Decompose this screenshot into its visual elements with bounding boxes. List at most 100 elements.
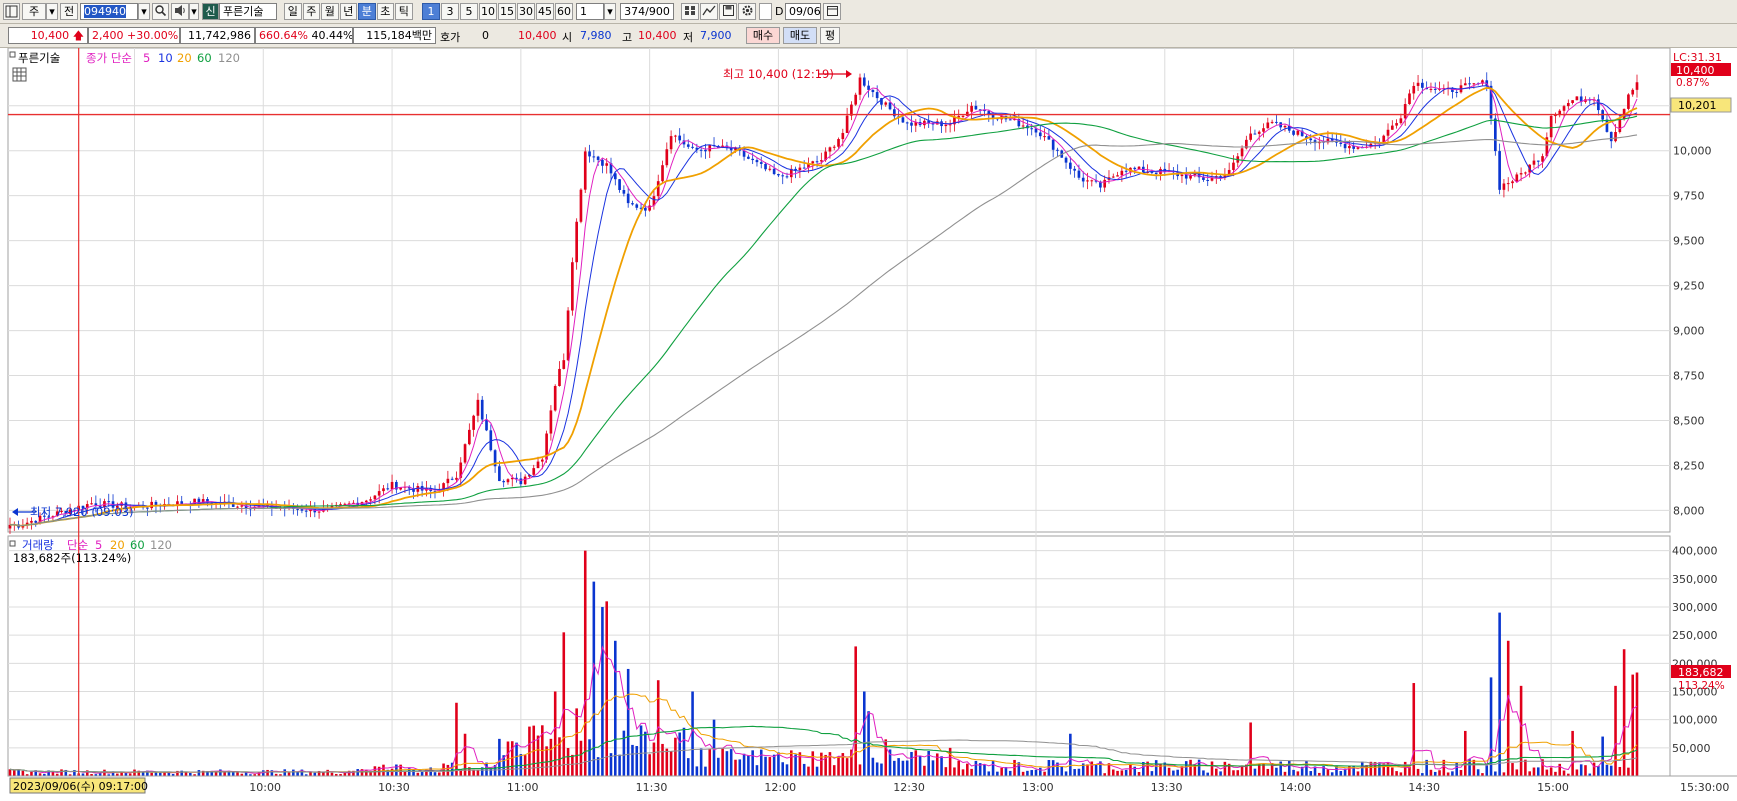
sell-button[interactable]: 매도	[783, 27, 817, 44]
chevron-down-icon[interactable]: ▾	[189, 3, 199, 20]
volume-bar	[991, 761, 995, 776]
tab-period-초[interactable]: 초	[376, 3, 394, 20]
grid-icon[interactable]	[681, 3, 699, 20]
calendar-icon[interactable]	[823, 3, 841, 20]
date-input[interactable]: 09/06	[785, 3, 821, 20]
volume-bar	[1296, 771, 1300, 776]
y-tick-label: 9,500	[1673, 235, 1705, 248]
tab-interval-5[interactable]: 5	[460, 3, 478, 20]
date-checkbox[interactable]	[759, 3, 772, 20]
layout-icon[interactable]	[3, 3, 20, 20]
multiplier-input[interactable]: 1	[576, 3, 604, 20]
candle	[1030, 128, 1034, 130]
volume-bar	[1498, 612, 1501, 776]
candle	[450, 478, 454, 480]
tab-interval-3[interactable]: 3	[441, 3, 459, 20]
chart-tools-icon[interactable]	[700, 3, 718, 20]
chevron-down-icon[interactable]: ▾	[604, 3, 616, 20]
volume-bar	[1579, 764, 1583, 776]
volume-bar	[777, 752, 780, 776]
volume-bar	[1485, 765, 1489, 776]
candle	[747, 156, 750, 159]
settings-icon[interactable]	[738, 3, 756, 20]
volume-bar	[897, 758, 900, 776]
stock-code-input[interactable]: 094940	[80, 3, 138, 20]
prev-button[interactable]: 전	[60, 3, 78, 20]
tab-interval-15[interactable]: 15	[498, 3, 516, 20]
volume-bar	[794, 754, 797, 776]
tab-period-년[interactable]: 년	[339, 3, 357, 20]
volume-tick-label: 350,000	[1672, 573, 1718, 586]
market-select[interactable]: 주	[22, 3, 46, 20]
candle	[884, 102, 888, 105]
candle	[317, 511, 321, 513]
candle	[1433, 88, 1437, 90]
candle	[944, 124, 948, 127]
candle	[845, 115, 849, 133]
volume-bar	[8, 769, 12, 776]
tab-period-주[interactable]: 주	[302, 3, 320, 20]
volume-bar	[266, 769, 269, 776]
volume-bar	[832, 765, 836, 776]
grid-icon[interactable]	[12, 67, 27, 82]
candle	[605, 163, 609, 166]
volume-bar	[571, 754, 574, 776]
tab-period-월[interactable]: 월	[321, 3, 339, 20]
candle	[1038, 132, 1042, 137]
volume-bar	[901, 760, 905, 776]
candle	[1309, 138, 1313, 141]
x-tick-label: 12:00	[764, 781, 796, 794]
buy-button[interactable]: 매수	[746, 27, 780, 44]
price-panel-frame	[7, 47, 1671, 533]
save-icon[interactable]	[719, 3, 737, 20]
candlestick-chart[interactable]: 8,000 8,250 8,500 8,750 9,000 9,250 9,500 9,750…	[0, 47, 1737, 798]
candle	[583, 151, 587, 190]
candle	[1283, 125, 1287, 128]
tab-interval-30[interactable]: 30	[517, 3, 535, 20]
candle	[536, 461, 540, 469]
tab-period-일[interactable]: 일	[284, 3, 302, 20]
chevron-down-icon[interactable]: ▾	[46, 3, 58, 20]
candle	[674, 135, 677, 137]
volume-bar	[579, 740, 583, 776]
speaker-icon[interactable]	[171, 3, 189, 20]
ratio-field: 660.64% 40.44%	[255, 27, 353, 44]
tab-interval-60[interactable]: 60	[555, 3, 573, 20]
candle	[506, 479, 510, 483]
average-button[interactable]: 평	[820, 27, 840, 44]
search-icon[interactable]	[152, 3, 169, 20]
candle	[1154, 172, 1158, 175]
bar-count: 374/900	[624, 5, 670, 18]
volume-bar	[1219, 771, 1222, 776]
tab-period-틱[interactable]: 틱	[395, 3, 413, 20]
volume-bar	[953, 767, 956, 776]
candle	[1206, 179, 1210, 181]
tab-period-분[interactable]: 분	[358, 3, 376, 20]
volume-bar	[738, 759, 742, 776]
candle	[686, 144, 690, 147]
volume-bar	[1502, 772, 1506, 776]
volume-bar	[1463, 730, 1467, 776]
volume-bar	[1077, 768, 1081, 776]
volume-bar	[1429, 769, 1433, 776]
tab-interval-10[interactable]: 10	[479, 3, 497, 20]
multiplier-value: 1	[580, 5, 587, 18]
volume-bar	[1172, 770, 1175, 776]
candle	[1240, 148, 1244, 157]
tab-interval-1[interactable]: 1	[422, 3, 440, 20]
candle	[1562, 106, 1566, 111]
legend-vma5: 5	[95, 538, 102, 552]
chevron-down-icon[interactable]: ▾	[138, 3, 150, 20]
x-tick-label: 15:30:00	[1680, 781, 1729, 794]
y-tick-label: 8,750	[1673, 370, 1705, 383]
volume-bar	[1519, 685, 1523, 776]
tab-interval-45[interactable]: 45	[536, 3, 554, 20]
volume-bar	[1618, 766, 1622, 776]
candle	[841, 132, 845, 140]
candle	[1266, 122, 1270, 129]
chart-area[interactable]: 8,000 8,250 8,500 8,750 9,000 9,250 9,500 9,750…	[0, 47, 1737, 798]
candle	[867, 85, 870, 90]
candle	[1627, 94, 1630, 109]
volume-bar	[30, 771, 33, 776]
candle	[661, 165, 664, 182]
